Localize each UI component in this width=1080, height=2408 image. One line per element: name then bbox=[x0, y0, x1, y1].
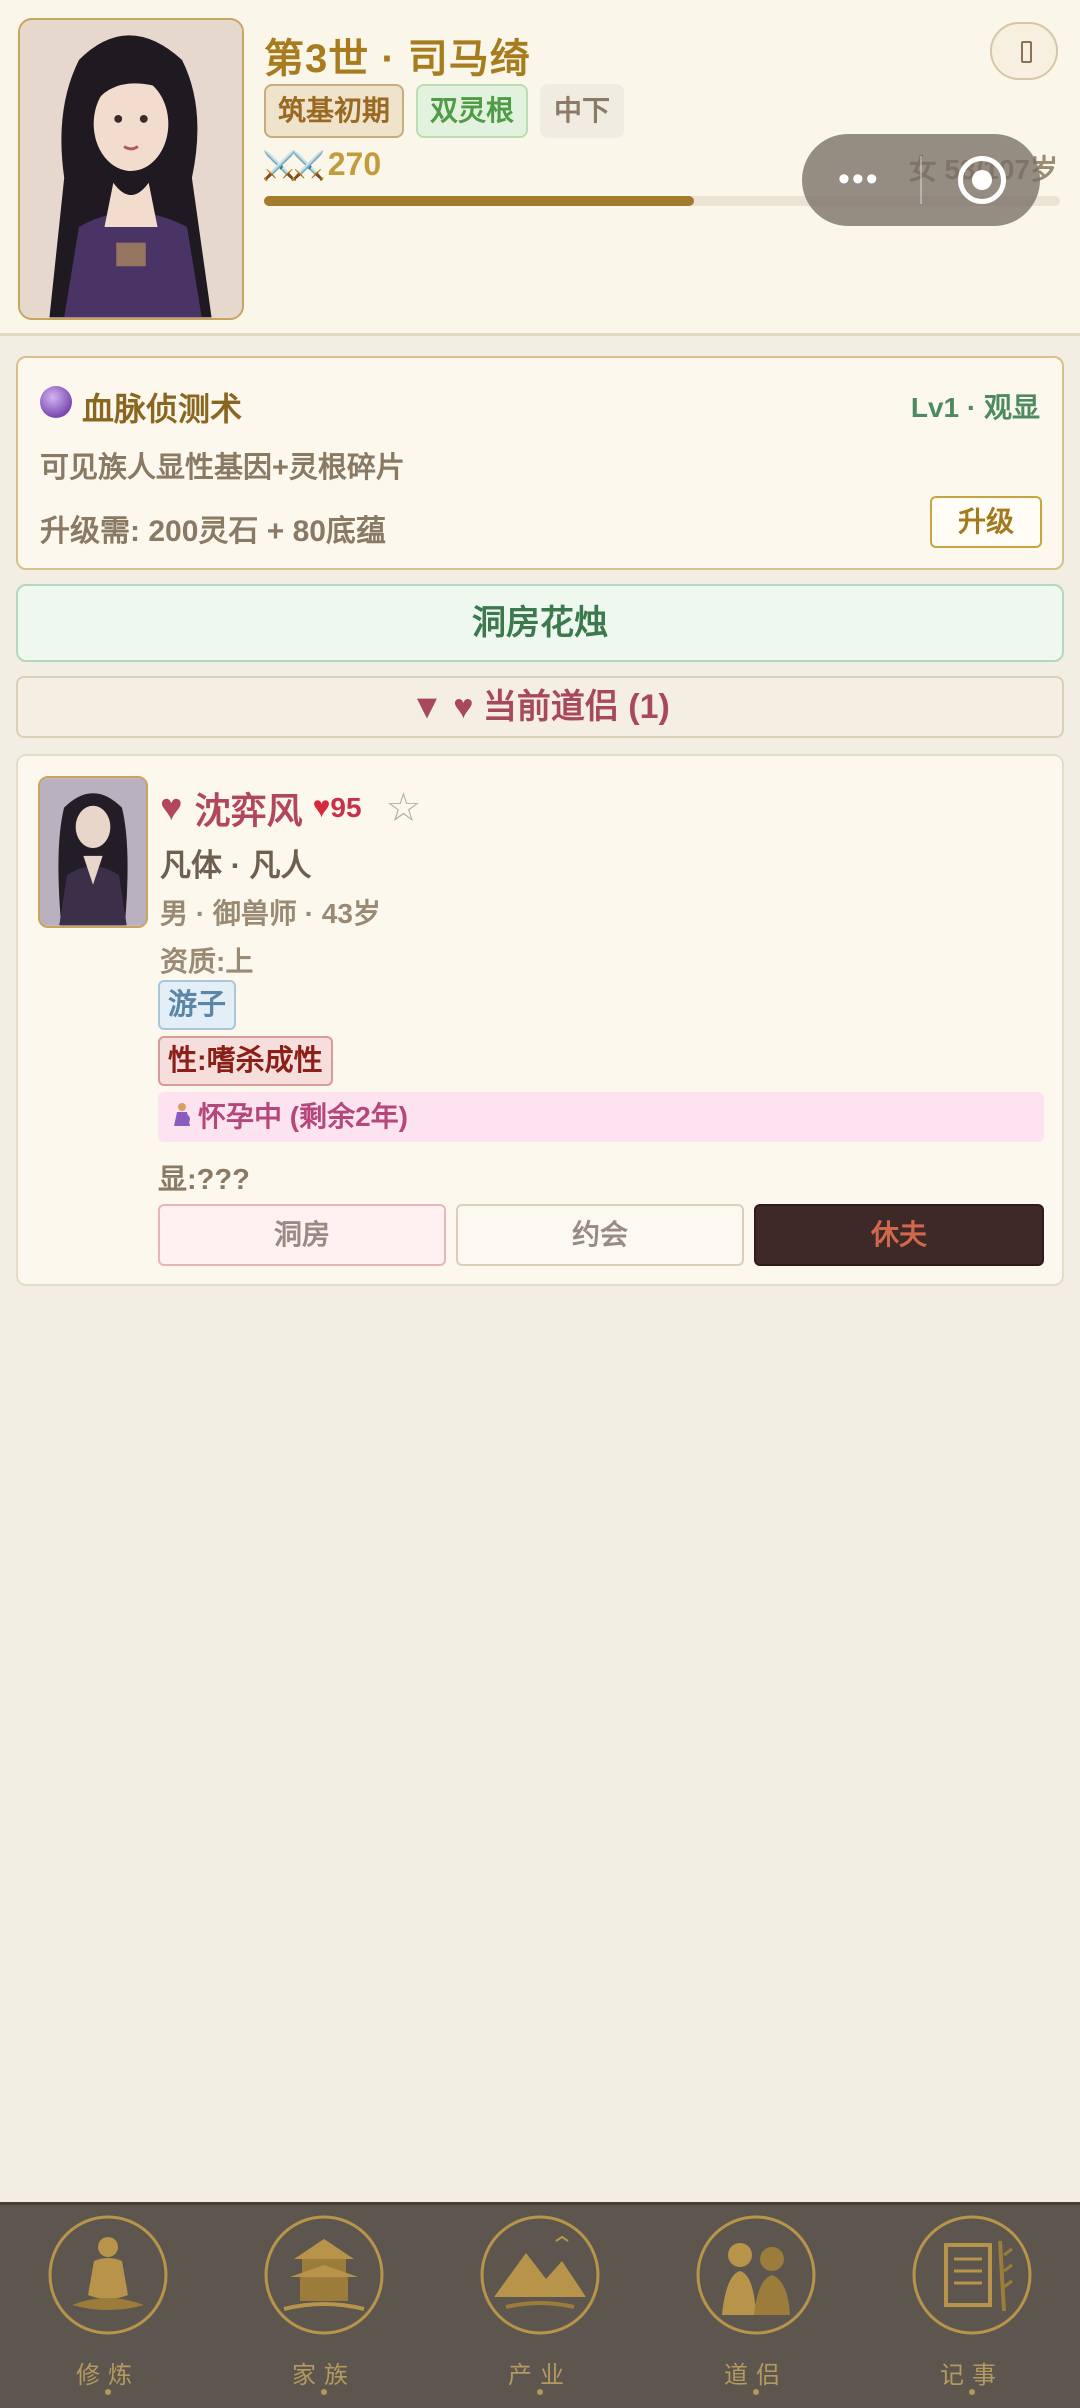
crystal-ball-icon bbox=[40, 386, 72, 418]
skill-level: Lv1 · 观显 bbox=[910, 392, 1040, 423]
skill-name: 血脉侦测术 bbox=[82, 391, 243, 427]
partner-name: 沈弈风 bbox=[194, 790, 303, 831]
pregnancy-text: 怀孕中 (剩余2年) bbox=[198, 1101, 409, 1132]
nav-dot bbox=[105, 2389, 111, 2395]
nav-item-family[interactable]: 家族 bbox=[216, 2205, 432, 2408]
partner-nature-tag: 性:嗜杀成性 bbox=[158, 1036, 333, 1086]
partner-name-row: ♥ 沈弈风 ♥ 95 ☆ bbox=[160, 782, 421, 834]
nav-dot bbox=[969, 2389, 975, 2395]
pregnancy-status: 怀孕中 (剩余2年) bbox=[158, 1092, 1044, 1142]
bottom-navigation: 修炼 家族 产业 道侣 记事 bbox=[0, 2202, 1080, 2408]
partner-heart-icon: ♥ bbox=[160, 786, 183, 829]
combat-power-value: 270 bbox=[327, 146, 382, 182]
nav-item-partner[interactable]: 道侣 bbox=[648, 2205, 864, 2408]
bridal-chamber-button[interactable]: 洞房花烛 bbox=[16, 584, 1064, 662]
menu-icon bbox=[1021, 41, 1032, 63]
scroll-icon bbox=[908, 2211, 1036, 2339]
partner-aptitude: 资质:上 bbox=[160, 946, 254, 977]
partner-trait-tag: 游子 bbox=[158, 980, 237, 1030]
partner-date-button[interactable]: 约会 bbox=[456, 1204, 744, 1266]
capsule-divider bbox=[920, 156, 922, 204]
partner-card: ♥ 沈弈风 ♥ 95 ☆ 凡体 · 凡人 男 · 御兽师 · 43岁 资质:上 … bbox=[16, 754, 1064, 1286]
skill-description: 可见族人显性基因+灵根碎片 bbox=[40, 452, 405, 484]
combat-power: ⚔️⚔️ 270 bbox=[262, 146, 381, 183]
partner-visible-genes: 显:??? bbox=[158, 1164, 250, 1196]
character-tags: 筑基初期 双灵根 中下 bbox=[264, 84, 625, 138]
nav-dot bbox=[321, 2389, 327, 2395]
lifespan-progress-fill bbox=[264, 196, 694, 206]
nav-dot bbox=[537, 2389, 543, 2395]
nav-label-partner: 道侣 bbox=[724, 2361, 788, 2389]
close-miniprogram-icon[interactable] bbox=[958, 156, 1006, 204]
mountain-icon bbox=[476, 2211, 604, 2339]
nav-label-family: 家族 bbox=[292, 2361, 356, 2389]
character-portrait[interactable] bbox=[18, 18, 244, 320]
couple-icon bbox=[692, 2211, 820, 2339]
partner-affection: 95 bbox=[330, 792, 362, 823]
nav-label-cultivate: 修炼 bbox=[76, 2361, 140, 2389]
partner-bridal-button[interactable]: 洞房 bbox=[158, 1204, 446, 1266]
cultivation-stage-tag: 筑基初期 bbox=[264, 84, 405, 138]
grade-tag: 中下 bbox=[540, 84, 625, 138]
current-partners-toggle[interactable]: ▼ ♥ 当前道侣 (1) bbox=[16, 676, 1064, 738]
skill-upgrade-cost: 升级需: 200灵石 + 80底蕴 bbox=[40, 515, 386, 548]
spirit-root-tag: 双灵根 bbox=[416, 84, 529, 138]
partner-constitution: 凡体 · 凡人 bbox=[160, 848, 312, 883]
portrait-illustration bbox=[20, 20, 242, 318]
partner-illustration bbox=[40, 778, 146, 926]
nav-label-industry: 产业 bbox=[508, 2361, 572, 2389]
partner-avatar[interactable] bbox=[38, 776, 148, 928]
crossed-swords-icon: ⚔️⚔️ bbox=[262, 150, 326, 181]
affection-heart-icon: ♥ bbox=[312, 791, 331, 824]
nav-item-cultivate[interactable]: 修炼 bbox=[0, 2205, 216, 2408]
nav-label-records: 记事 bbox=[940, 2361, 1004, 2389]
menu-button[interactable] bbox=[990, 22, 1058, 80]
character-title: 第3世 · 司马绮 bbox=[264, 37, 531, 81]
nav-item-records[interactable]: 记事 bbox=[864, 2205, 1080, 2408]
bloodline-skill-panel: 血脉侦测术 Lv1 · 观显 可见族人显性基因+灵根碎片 升级需: 200灵石 … bbox=[16, 356, 1064, 570]
nav-item-industry[interactable]: 产业 bbox=[432, 2205, 648, 2408]
partner-divorce-button[interactable]: 休夫 bbox=[754, 1204, 1044, 1266]
miniprogram-capsule[interactable]: ••• bbox=[802, 134, 1040, 226]
pavilion-icon bbox=[260, 2211, 388, 2339]
partner-info: 男 · 御兽师 · 43岁 bbox=[160, 898, 381, 929]
nav-dot bbox=[753, 2389, 759, 2395]
meditation-icon bbox=[44, 2211, 172, 2339]
character-header: 第3世 · 司马绮 筑基初期 双灵根 中下 ⚔️⚔️270 女 58/107岁 … bbox=[0, 0, 1080, 336]
pregnant-woman-icon bbox=[174, 1103, 190, 1126]
favorite-star-icon[interactable]: ☆ bbox=[386, 785, 422, 831]
more-options-icon[interactable]: ••• bbox=[838, 162, 880, 196]
upgrade-button[interactable]: 升级 bbox=[930, 496, 1042, 548]
